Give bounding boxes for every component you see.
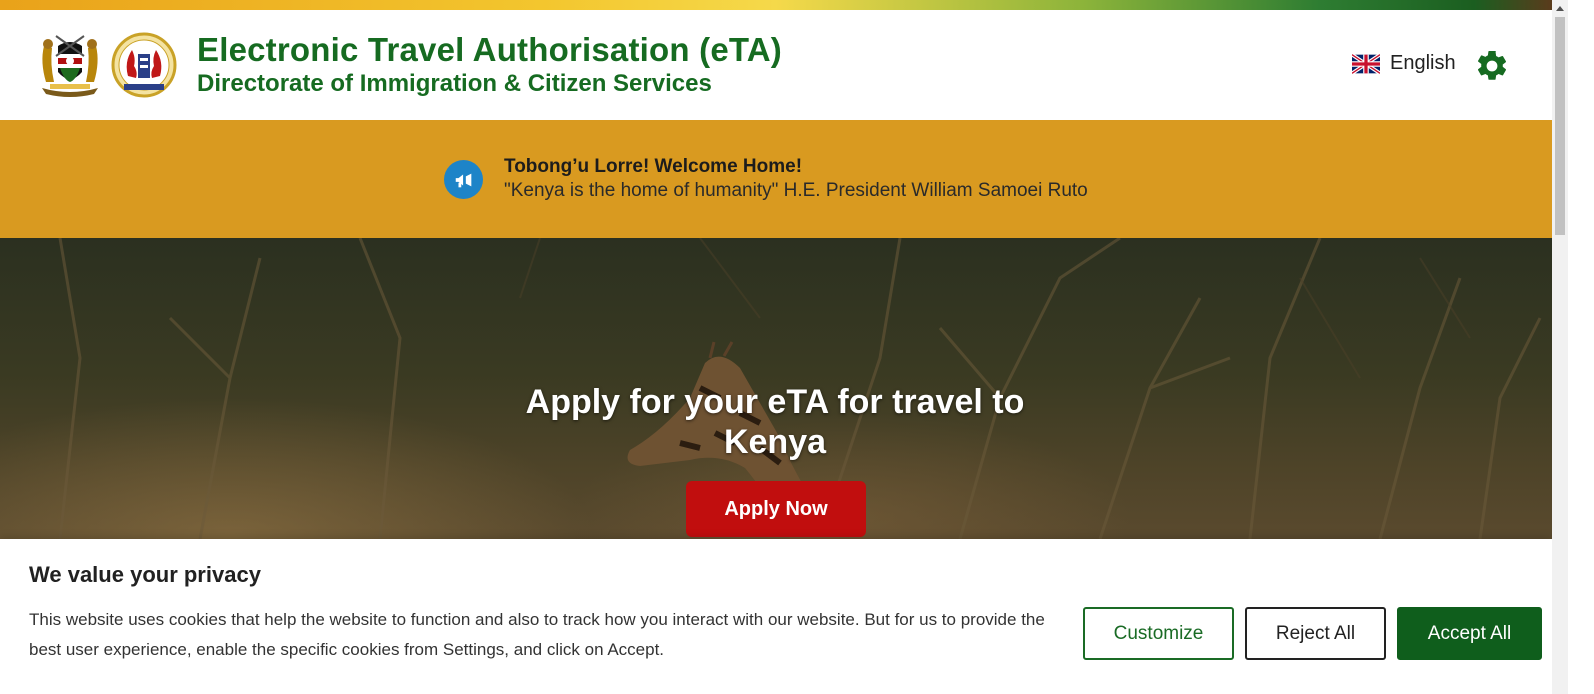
site-subtitle: Directorate of Immigration & Citizen Ser… (197, 70, 712, 97)
cookie-consent-banner: We value your privacy This website uses … (0, 539, 1552, 694)
language-label: English (1390, 52, 1456, 74)
scroll-up-arrow-icon[interactable] (1552, 0, 1568, 16)
reject-all-button[interactable]: Reject All (1245, 607, 1386, 660)
immigration-seal-logo (111, 32, 177, 98)
cookie-title: We value your privacy (29, 562, 261, 587)
site-header: Electronic Travel Authorisation (eTA) Di… (0, 10, 1552, 120)
window-edge (1568, 0, 1594, 694)
kenya-color-stripe (0, 0, 1552, 10)
apply-now-button[interactable]: Apply Now (686, 481, 866, 537)
language-selector[interactable]: English (1352, 52, 1456, 75)
announcement-banner: Tobong’u Lorre! Welcome Home! "Kenya is … (0, 120, 1552, 238)
scrollbar-thumb[interactable] (1555, 17, 1565, 235)
announcement-quote: "Kenya is the home of humanity" H.E. Pre… (504, 180, 1088, 201)
customize-button[interactable]: Customize (1083, 607, 1234, 660)
megaphone-icon (444, 160, 483, 199)
kenya-coat-of-arms-logo (42, 35, 98, 97)
cookie-description: This website uses cookies that help the … (29, 610, 1045, 659)
hero-title: Apply for your eTA for travel to Kenya (525, 383, 1025, 461)
hero-banner: Apply for your eTA for travel to Kenya A… (0, 238, 1552, 539)
site-title: Electronic Travel Authorisation (eTA) (197, 31, 782, 68)
uk-flag-icon (1352, 53, 1380, 74)
gear-icon[interactable] (1474, 48, 1510, 84)
accept-all-button[interactable]: Accept All (1397, 607, 1542, 660)
logo-group[interactable] (36, 32, 178, 98)
announcement-title: Tobong’u Lorre! Welcome Home! (504, 156, 803, 177)
